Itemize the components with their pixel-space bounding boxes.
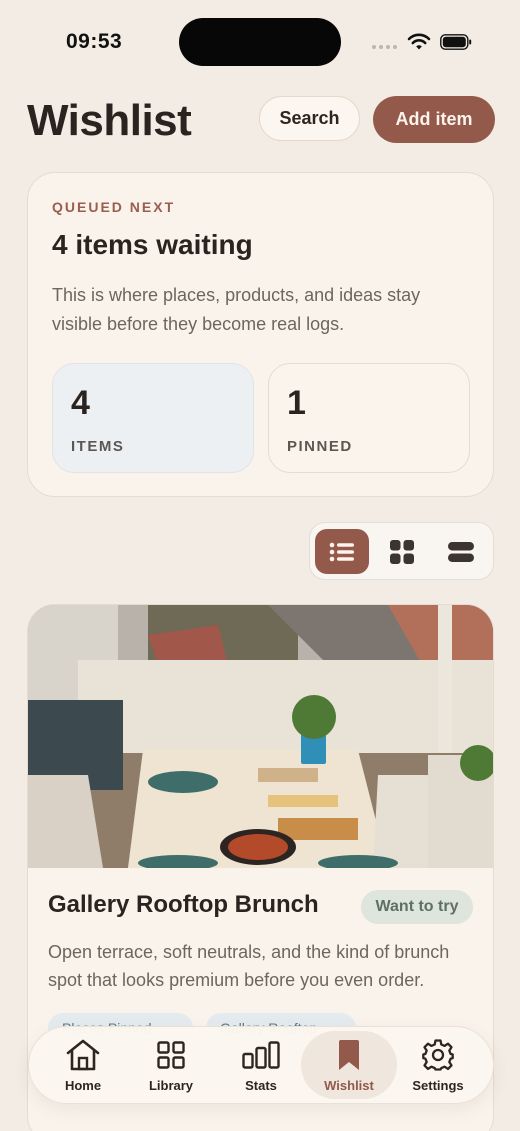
compact-rows-icon [448,541,474,562]
stat-pinned-label: PINNED [287,438,353,455]
summary-description: This is where places, products, and idea… [52,285,421,334]
tab-library[interactable]: Library [123,1031,219,1099]
item-photo [28,605,493,868]
tab-settings-label: Settings [412,1078,464,1093]
bottom-tab-bar: Home Library Stats Wishlist Settings [28,1026,494,1104]
gear-icon [422,1039,454,1071]
status-time: 09:53 [66,30,123,53]
stat-pinned-card: 1 PINNED [268,363,470,473]
summary-title: 4 items waiting [52,229,253,260]
grid-view-button[interactable] [375,529,429,574]
page-header: Wishlist Search Add item [27,94,495,148]
dynamic-island [179,18,341,66]
search-button[interactable]: Search [259,96,360,141]
list-view-button[interactable] [315,529,369,574]
tab-library-label: Library [148,1078,194,1093]
grid-icon [157,1041,185,1069]
cellular-signal-icon [372,45,397,49]
tab-stats-label: Stats [245,1078,277,1093]
tab-stats[interactable]: Stats [213,1031,309,1099]
stat-pinned-value: 1 [287,384,306,422]
tab-wishlist[interactable]: Wishlist [301,1031,397,1099]
wifi-icon [407,33,431,50]
status-bar: 09:53 [0,0,520,80]
tab-wishlist-label: Wishlist [324,1078,374,1093]
grid-icon [390,539,414,564]
item-description: Open terrace, soft neutrals, and the kin… [48,942,450,990]
status-badge: Want to try [361,890,473,924]
page-title: Wishlist [27,96,192,145]
queue-summary-card: QUEUED NEXT 4 items waiting This is wher… [27,172,494,497]
list-icon [329,542,354,561]
stat-items-value: 4 [71,384,90,422]
battery-icon [440,34,472,50]
view-mode-toggle [309,522,494,580]
tab-home[interactable]: Home [35,1031,131,1099]
summary-eyebrow: QUEUED NEXT [52,199,176,215]
stat-items-label: ITEMS [71,438,125,455]
home-icon [66,1039,100,1071]
tab-home-label: Home [64,1078,102,1093]
tab-settings[interactable]: Settings [390,1031,486,1099]
item-title: Gallery Rooftop Brunch [48,891,319,918]
stat-items-card: 4 ITEMS [52,363,254,473]
bookmark-icon [339,1040,359,1070]
compact-view-button[interactable] [434,529,488,574]
add-item-button[interactable]: Add item [373,96,495,143]
bar-chart-icon [242,1041,280,1069]
